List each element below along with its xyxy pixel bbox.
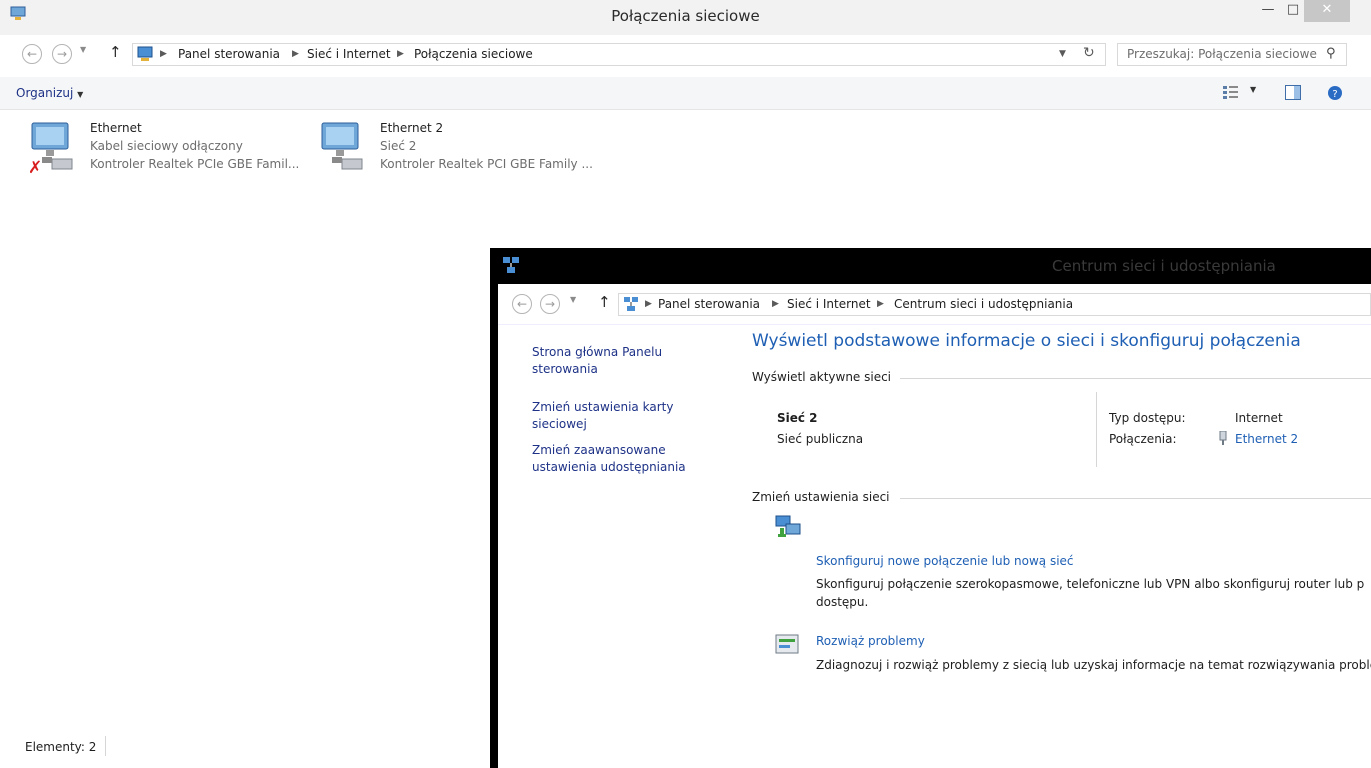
connection-adapter: Kontroler Realtek PCIe GBE Famil... — [90, 157, 300, 171]
ethernet-2-link[interactable]: Ethernet 2 — [1235, 432, 1298, 446]
setup-new-connection-link[interactable]: Skonfiguruj nowe połączenie lub nową sie… — [816, 554, 1074, 568]
organize-menu[interactable]: Organizuj ▼ — [16, 77, 83, 111]
section-divider — [900, 498, 1371, 499]
up-arrow-icon[interactable]: ↑ — [109, 43, 122, 61]
breadcrumb-network-connections[interactable]: Połączenia sieciowe — [414, 44, 533, 65]
status-divider — [105, 736, 106, 756]
title-bar[interactable]: Połączenia sieciowe — □ ✕ — [0, 0, 1371, 35]
refresh-icon[interactable]: ↻ — [1083, 45, 1095, 61]
breadcrumb-network-internet[interactable]: Sieć i Internet — [307, 44, 391, 65]
command-bar: Organizuj ▼ ▼ ? — [0, 77, 1371, 110]
breadcrumb-network-internet[interactable]: Sieć i Internet — [787, 294, 871, 315]
close-button[interactable]: ✕ — [1304, 0, 1350, 22]
control-panel-icon — [137, 46, 153, 65]
breadcrumb-separator-icon: ▶ — [397, 49, 404, 59]
troubleshoot-link[interactable]: Rozwiąż problemy — [816, 634, 925, 648]
maximize-button[interactable]: □ — [1283, 0, 1303, 22]
breadcrumb-separator-icon: ▶ — [772, 299, 779, 309]
troubleshoot-description: Zdiagnozuj i rozwiąż problemy z siecią l… — [816, 658, 1371, 672]
access-type-value: Internet — [1235, 411, 1283, 425]
navigation-bar: ← → ▼ ↑ ▶ Panel sterowania ▶ Sieć i Inte… — [0, 35, 1371, 76]
navigation-bar: ← → ▼ ↑ ▶ Panel sterowania ▶ Sieć i Inte… — [498, 284, 1371, 325]
connection-item-ethernet[interactable]: ✗ Ethernet Kabel sieciowy odłączony Kont… — [26, 118, 306, 178]
window-title: Połączenia sieciowe — [611, 7, 760, 25]
troubleshoot-icon — [775, 634, 799, 659]
setup-new-connection-description-line2: dostępu. — [816, 595, 869, 609]
svg-text:?: ? — [1332, 89, 1337, 100]
control-panel-home-link[interactable]: Strona główna Panelu sterowania — [532, 344, 702, 378]
connection-item-ethernet-2[interactable]: Ethernet 2 Sieć 2 Kontroler Realtek PCI … — [316, 118, 606, 178]
connection-adapter: Kontroler Realtek PCI GBE Family ... — [380, 157, 593, 171]
active-networks-label: Wyświetl aktywne sieci — [752, 370, 892, 384]
search-box[interactable]: Przeszukaj: Połączenia sieciowe ⚲ — [1117, 43, 1347, 66]
network-sharing-icon — [502, 256, 520, 277]
breadcrumb-separator-icon: ▶ — [292, 49, 299, 59]
breadcrumb-control-panel[interactable]: Panel sterowania — [658, 294, 760, 315]
window-title: Centrum sieci i udostępniania — [1052, 257, 1276, 275]
change-adapter-settings-link[interactable]: Zmień ustawienia karty sieciowej — [532, 399, 702, 433]
network-type: Sieć publiczna — [777, 432, 864, 446]
window-content: ← → ▼ ↑ ▶ Panel sterowania ▶ Sieć i Inte… — [498, 284, 1371, 768]
address-dropdown-icon[interactable]: ▼ — [1059, 49, 1066, 59]
access-type-label: Typ dostępu: — [1109, 411, 1186, 425]
organize-label: Organizuj — [16, 86, 74, 100]
network-adapter-icon — [318, 121, 366, 178]
new-connection-icon — [774, 514, 802, 543]
connection-name: Ethernet 2 — [380, 121, 444, 135]
back-button[interactable]: ← — [22, 44, 42, 64]
forward-button[interactable]: → — [540, 294, 560, 314]
breadcrumb-separator-icon: ▶ — [877, 299, 884, 309]
setup-new-connection-description-line1: Skonfiguruj połączenie szerokopasmowe, t… — [816, 577, 1365, 591]
connections-label: Połączenia: — [1109, 432, 1177, 446]
item-count: Elementy: 2 — [25, 740, 97, 754]
minimize-button[interactable]: — — [1255, 0, 1281, 22]
address-bar[interactable]: ▶ Panel sterowania ▶ Sieć i Internet ▶ P… — [132, 43, 1106, 66]
search-placeholder: Przeszukaj: Połączenia sieciowe — [1127, 47, 1317, 61]
vertical-divider — [1096, 392, 1097, 467]
network-sharing-icon — [623, 296, 639, 315]
page-heading: Wyświetl podstawowe informacje o sieci i… — [752, 331, 1301, 351]
breadcrumb-separator-icon: ▶ — [645, 299, 652, 309]
chevron-down-icon: ▼ — [77, 90, 84, 99]
recent-locations-dropdown-icon[interactable]: ▼ — [80, 45, 86, 54]
breadcrumb-separator-icon: ▶ — [160, 49, 167, 59]
search-icon[interactable]: ⚲ — [1326, 46, 1336, 61]
address-bar[interactable]: ▶ Panel sterowania ▶ Sieć i Internet ▶ C… — [618, 293, 1371, 316]
title-bar[interactable]: Centrum sieci i udostępniania — [490, 248, 1371, 284]
breadcrumb-control-panel[interactable]: Panel sterowania — [178, 44, 280, 65]
view-dropdown-icon[interactable]: ▼ — [1250, 85, 1256, 94]
recent-locations-dropdown-icon[interactable]: ▼ — [570, 295, 576, 304]
connection-status: Sieć 2 — [380, 139, 417, 153]
preview-pane-icon[interactable] — [1285, 85, 1301, 103]
network-sharing-center-window: Centrum sieci i udostępniania ← → ▼ ↑ ▶ … — [490, 248, 1371, 768]
connection-name: Ethernet — [90, 121, 142, 135]
connection-status: Kabel sieciowy odłączony — [90, 139, 243, 153]
view-options-icon[interactable] — [1223, 85, 1239, 102]
disconnected-x-icon: ✗ — [28, 158, 43, 178]
help-icon[interactable]: ? — [1327, 85, 1343, 104]
change-advanced-sharing-link[interactable]: Zmień zaawansowane ustawienia udostępnia… — [532, 442, 707, 476]
up-arrow-icon[interactable]: ↑ — [598, 293, 611, 311]
change-settings-label: Zmień ustawienia sieci — [752, 490, 890, 504]
network-name: Sieć 2 — [777, 411, 818, 425]
forward-button[interactable]: → — [52, 44, 72, 64]
ethernet-connection-icon — [1218, 430, 1228, 448]
section-divider — [900, 378, 1371, 379]
breadcrumb-network-sharing-center[interactable]: Centrum sieci i udostępniania — [894, 294, 1073, 315]
back-button[interactable]: ← — [512, 294, 532, 314]
